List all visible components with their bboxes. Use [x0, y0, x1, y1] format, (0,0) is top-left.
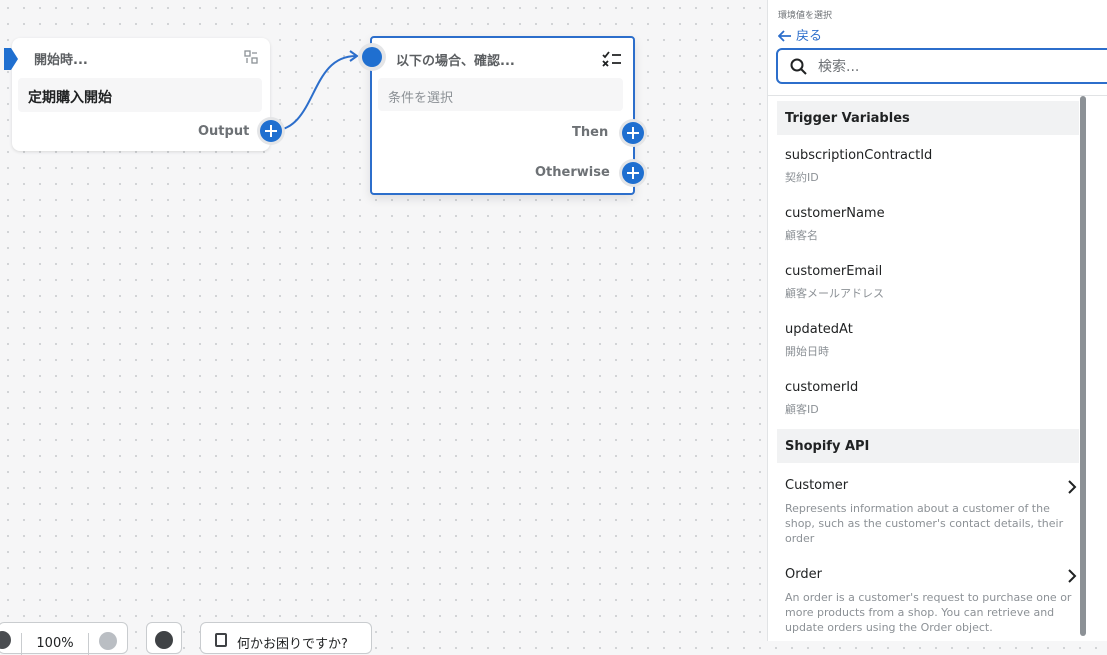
checklist-icon [602, 51, 621, 67]
section-header-trigger-variables: Trigger Variables [777, 101, 1079, 135]
condition-node[interactable]: 以下の場合、確認... 条件を選択 Then Otherwise [362, 36, 644, 195]
item-name: Order [785, 567, 822, 582]
item-description: 顧客名 [785, 229, 818, 242]
help-book-icon [215, 633, 227, 647]
plus-icon [627, 167, 639, 179]
list-item-customer[interactable]: Customer Represents information about a … [785, 478, 1075, 546]
accessibility-icon [155, 631, 173, 649]
workflow-canvas[interactable]: 開始時... 定期購入開始 Output 以下の場合、確認... 条件を選択 T… [0, 0, 768, 655]
list-item[interactable]: customerId 顧客ID [785, 380, 1075, 417]
trigger-value-box[interactable]: 定期購入開始 [18, 78, 262, 112]
condition-select[interactable]: 条件を選択 [378, 78, 623, 111]
otherwise-label: Otherwise [535, 165, 610, 180]
item-description: 顧客メールアドレス [785, 287, 884, 300]
item-description: 開始日時 [785, 345, 829, 358]
accessibility-button[interactable] [146, 622, 182, 654]
item-name: customerId [785, 380, 859, 395]
zoom-out-button[interactable] [0, 631, 11, 649]
arrow-left-icon [777, 30, 791, 42]
list-item[interactable]: subscriptionContractId 契約ID [785, 148, 1075, 185]
item-description: 契約ID [785, 171, 819, 184]
list-item[interactable]: updatedAt 開始日時 [785, 322, 1075, 359]
then-port-add-button[interactable] [622, 122, 644, 144]
zoom-control: 100% [0, 622, 128, 655]
list-scrollbar[interactable] [1080, 96, 1086, 636]
variable-picker-panel: 環境値を選択 戻る Trigger Variables subscription… [768, 0, 1107, 641]
trigger-node[interactable]: 開始時... 定期購入開始 Output [4, 38, 282, 151]
back-button[interactable]: 戻る [777, 25, 823, 44]
item-description: Represents information about a customer … [785, 502, 1064, 545]
help-button[interactable]: 何かお困りですか? [200, 622, 372, 654]
section-header-shopify-api: Shopify API [777, 429, 1079, 463]
variable-list[interactable]: Trigger Variables subscriptionContractId… [768, 95, 1107, 642]
list-item[interactable]: customerEmail 顧客メールアドレス [785, 264, 1075, 301]
search-field[interactable] [776, 48, 1107, 84]
otherwise-port-add-button[interactable] [622, 162, 644, 184]
item-name: customerEmail [785, 264, 883, 279]
then-label: Then [572, 125, 609, 140]
list-item-order[interactable]: Order An order is a customer's request t… [785, 567, 1075, 635]
chevron-right-icon[interactable] [1067, 480, 1077, 494]
zoom-in-button[interactable] [99, 632, 117, 650]
item-name: subscriptionContractId [785, 148, 933, 163]
section-title: Trigger Variables [785, 111, 910, 126]
item-description: 顧客ID [785, 403, 819, 416]
help-label: 何かお困りですか? [237, 637, 348, 652]
trigger-node-title: 開始時... [34, 53, 88, 68]
item-name: customerName [785, 206, 885, 221]
panel-caption: 環境値を選択 [778, 11, 833, 21]
search-icon [790, 58, 807, 75]
condition-placeholder: 条件を選択 [388, 91, 454, 106]
output-label: Output [198, 124, 250, 139]
section-title: Shopify API [785, 439, 870, 454]
node-menu-icon[interactable] [244, 50, 258, 64]
list-item[interactable]: customerName 顧客名 [785, 206, 1075, 243]
condition-input-port[interactable] [362, 47, 382, 67]
plus-icon [627, 127, 639, 139]
item-description: An order is a customer's request to purc… [785, 591, 1072, 634]
plus-icon [265, 125, 277, 137]
search-input[interactable] [816, 56, 1100, 78]
output-port-add-button[interactable] [260, 120, 282, 142]
trigger-value: 定期購入開始 [28, 90, 112, 106]
condition-node-title: 以下の場合、確認... [396, 54, 515, 69]
trigger-marker-icon [4, 48, 18, 70]
zoom-level[interactable]: 100% [21, 633, 89, 655]
item-name: updatedAt [785, 322, 853, 337]
back-label: 戻る [796, 29, 823, 44]
chevron-right-icon[interactable] [1067, 569, 1077, 583]
item-name: Customer [785, 478, 849, 493]
